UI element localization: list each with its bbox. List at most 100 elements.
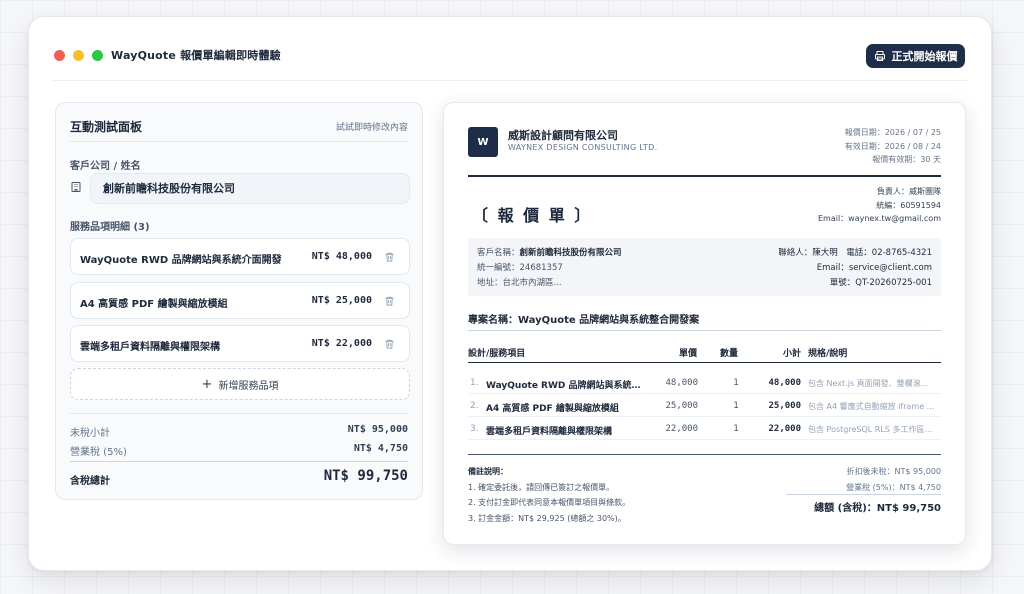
- owner-info: 負責人：威斯團隊 統編：60591594 Email：waynex.tw@gma…: [818, 185, 941, 226]
- client-info-right: 聯絡人：陳大明 電話：02-8765-4321 Email：service@cl…: [778, 246, 932, 291]
- row-subtotal: 25,000: [768, 401, 801, 411]
- row-number: 3.: [470, 424, 479, 434]
- client-taxid-line: 統一編號：24681357: [477, 261, 622, 276]
- minimize-dot[interactable]: [73, 50, 84, 61]
- valid-date: 有效日期：2026 / 08 / 24: [844, 141, 941, 151]
- divider: [468, 330, 941, 331]
- client-address-line: 地址：台北市內湖區...: [477, 276, 622, 291]
- table-row: 1. WayQuote RWD 品牌網站與系統介... 48,000 1 48,…: [468, 371, 941, 394]
- col-header-qty: 數量: [720, 349, 739, 359]
- start-quote-label: 正式開始報價: [891, 50, 958, 63]
- subtotal-value: NT$ 95,000: [347, 424, 408, 435]
- tax-label: 營業稅 (5%): [70, 447, 127, 458]
- row-unit-price: 48,000: [665, 378, 698, 388]
- service-item[interactable]: A4 高質感 PDF 繪製與縮放模組 NT$ 25,000: [70, 282, 410, 319]
- service-name[interactable]: 雲端多租戶資料隔離與權限架構: [80, 338, 220, 353]
- quote-date: 報價日期：2026 / 07 / 25: [844, 128, 941, 137]
- printer-icon: [874, 51, 885, 61]
- panel-title: 互動測試面板: [70, 120, 143, 134]
- panel-hint: 試試即時修改內容: [335, 123, 408, 133]
- divider: [786, 494, 941, 495]
- trash-icon[interactable]: [384, 338, 395, 350]
- close-dot[interactable]: [54, 50, 65, 61]
- plus-icon: +: [201, 376, 213, 392]
- row-spec: 包含 Next.js 頁面開發、雙欄滾...: [808, 379, 929, 388]
- add-service-button[interactable]: + 新增服務品項: [70, 368, 410, 400]
- company-logo: W: [468, 127, 498, 157]
- divider: [70, 413, 408, 414]
- client-info-left: 客戶名稱：創新前瞻科技股份有限公司 統一編號：24681357 地址：台北市內湖…: [477, 246, 622, 291]
- app-window: WayQuote 報價單編輯即時體驗 正式開始報價 互動測試面板 試試即時修改內…: [28, 16, 992, 571]
- service-name[interactable]: WayQuote RWD 品牌網站與系統介面開發: [80, 251, 282, 266]
- trash-icon[interactable]: [384, 295, 395, 307]
- project-name: 專案名稱：WayQuote 品牌網站與系統整合開發案: [468, 315, 700, 326]
- email-line: Email：waynex.tw@gmail.com: [817, 214, 941, 223]
- total-value: NT$ 99,750: [323, 468, 408, 484]
- notes-title: 備註說明：: [468, 467, 508, 476]
- service-price[interactable]: NT$ 48,000: [312, 251, 372, 262]
- add-service-label: 新增服務品項: [218, 380, 279, 392]
- row-item: WayQuote RWD 品牌網站與系統介...: [486, 381, 644, 391]
- row-qty: 1: [733, 424, 739, 434]
- col-header-unit: 單價: [679, 349, 698, 359]
- client-address-value: 台北市內湖區...: [502, 278, 562, 288]
- subtotal-row: 未稅小計 NT$ 95,000: [70, 424, 408, 439]
- client-name-line: 客戶名稱：創新前瞻科技股份有限公司: [477, 246, 622, 261]
- note-line: 1. 確定委託後，請回傳已簽訂之報價單。: [468, 482, 615, 492]
- building-icon: [71, 182, 81, 192]
- tax-row: 營業稅 (5%) NT$ 4,750: [70, 443, 408, 458]
- row-spec: 包含 A4 響應式自動縮放 iframe ...: [808, 402, 935, 411]
- notes: 備註說明： 1. 確定委託後，請回傳已簽訂之報價單。 2. 支付訂金即代表同意本…: [468, 464, 630, 526]
- tax-id-line: 統編：60591594: [876, 200, 941, 210]
- window-controls: [54, 50, 103, 61]
- title-bar: WayQuote 報價單編輯即時體驗 正式開始報價: [53, 17, 967, 81]
- quote-title: 〔 報 價 單 〕: [472, 206, 593, 225]
- client-name-key: 客戶名稱：: [477, 248, 520, 258]
- row-subtotal: 48,000: [768, 378, 801, 388]
- test-panel: 互動測試面板 試試即時修改內容 客戶公司 / 姓名 創新前瞻科技股份有限公司 服…: [55, 102, 423, 500]
- row-subtotal: 22,000: [768, 424, 801, 434]
- row-item: A4 高質感 PDF 繪製與縮放模組: [486, 404, 619, 414]
- row-number: 1.: [470, 378, 479, 388]
- client-taxid-value: 24681357: [519, 263, 563, 273]
- client-taxid-key: 統一編號：: [477, 263, 520, 273]
- trash-icon[interactable]: [384, 251, 395, 263]
- maximize-dot[interactable]: [92, 50, 103, 61]
- table-header-divider: [468, 362, 941, 363]
- footer-tax: 營業稅 (5%)：NT$ 4,750: [846, 482, 941, 492]
- company-english-name: WAYNEX DESIGN CONSULTING LTD.: [508, 143, 658, 152]
- row-unit-price: 25,000: [665, 401, 698, 411]
- start-quote-button[interactable]: 正式開始報價: [866, 44, 965, 68]
- services-label: 服務品項明細 (3): [70, 222, 150, 233]
- valid-period: 報價有效期：30 天: [872, 155, 941, 164]
- row-qty: 1: [733, 401, 739, 411]
- row-number: 2.: [470, 401, 479, 411]
- client-input[interactable]: 創新前瞻科技股份有限公司: [90, 173, 410, 204]
- row-item: 雲端多租戶資料隔離與權限架構: [486, 427, 613, 437]
- service-price[interactable]: NT$ 22,000: [312, 338, 372, 349]
- table-row: 2. A4 高質感 PDF 繪製與縮放模組 25,000 1 25,000 包含…: [468, 394, 941, 417]
- discounted-pretax: 折扣後未稅：NT$ 95,000: [846, 467, 942, 476]
- owner-line: 負責人：威斯團隊: [877, 187, 941, 196]
- service-price[interactable]: NT$ 25,000: [312, 295, 372, 306]
- row-qty: 1: [733, 378, 739, 388]
- quote-dates: 報價日期：2026 / 07 / 25 有效日期：2026 / 08 / 24 …: [845, 126, 941, 167]
- col-header-item: 設計/服務項目: [468, 349, 526, 359]
- note-line: 3. 訂金金額：NT$ 29,925 (總額之 30%)。: [468, 513, 626, 523]
- service-item[interactable]: 雲端多租戶資料隔離與權限架構 NT$ 22,000: [70, 325, 410, 362]
- quote-preview: W 威斯設計顧問有限公司 WAYNEX DESIGN CONSULTING LT…: [443, 102, 966, 545]
- service-item[interactable]: WayQuote RWD 品牌網站與系統介面開發 NT$ 48,000: [70, 238, 410, 275]
- row-unit-price: 22,000: [665, 424, 698, 434]
- table-row: 3. 雲端多租戶資料隔離與權限架構 22,000 1 22,000 包含 Pos…: [468, 417, 941, 440]
- note-line: 2. 支付訂金即代表同意本報價單項目與條款。: [468, 498, 631, 507]
- footer-summary: 折扣後未稅：NT$ 95,000 營業稅 (5%)：NT$ 4,750: [846, 464, 941, 495]
- app-title: WayQuote 報價單編輯即時體驗: [111, 49, 281, 62]
- subtotal-label: 未稅小計: [70, 428, 110, 439]
- col-header-subtotal: 小計: [783, 349, 802, 359]
- client-email-line: Email：service@client.com: [816, 263, 932, 273]
- contact-line: 聯絡人：陳大明 電話：02-8765-4321: [778, 248, 932, 258]
- quote-number-line: 單號：QT-20260725-001: [829, 278, 932, 288]
- col-header-spec: 規格/說明: [808, 349, 848, 359]
- company-name: 威斯設計顧問有限公司: [508, 129, 618, 142]
- service-name[interactable]: A4 高質感 PDF 繪製與縮放模組: [80, 295, 228, 310]
